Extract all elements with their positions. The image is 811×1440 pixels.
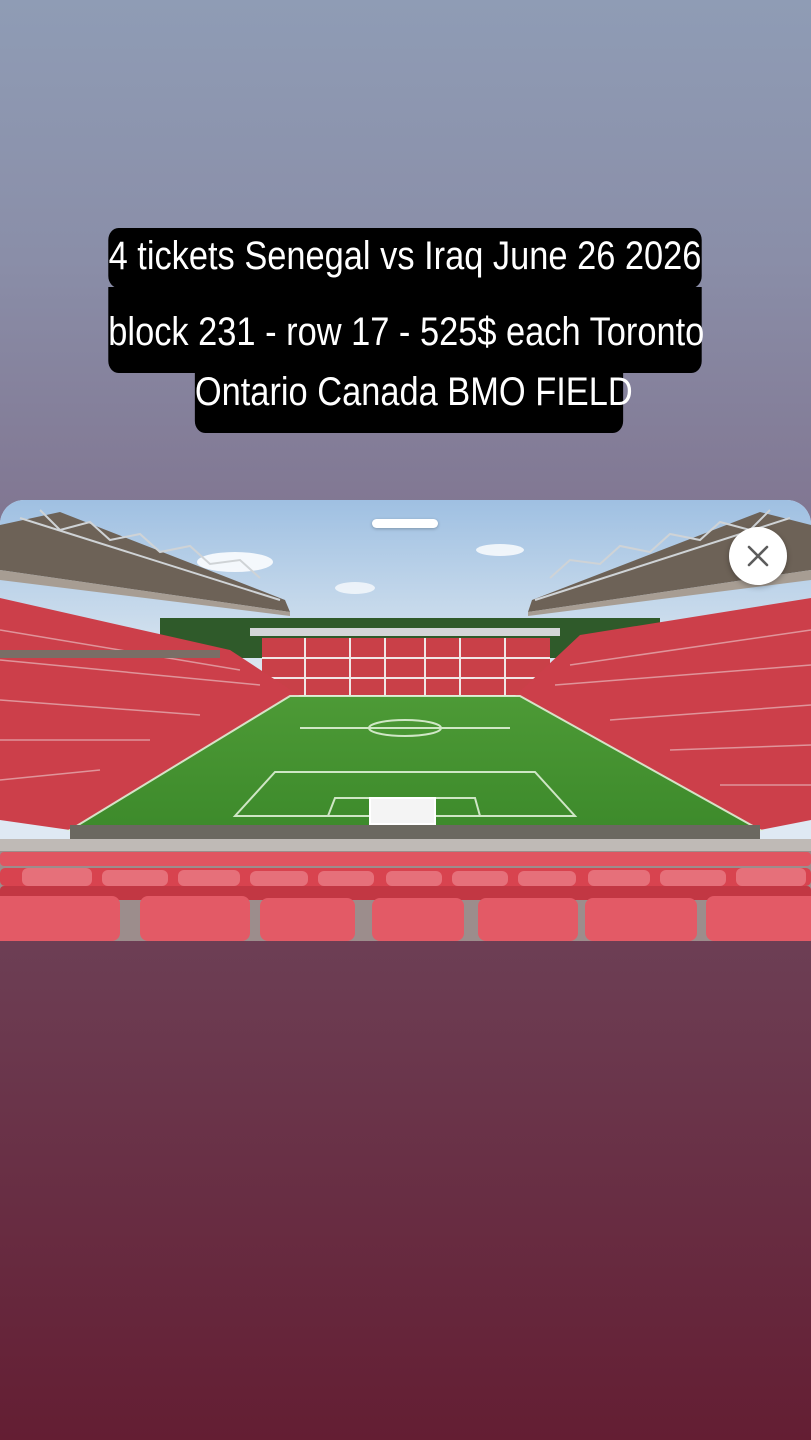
- close-button[interactable]: [729, 527, 787, 585]
- stadium-image: [0, 500, 811, 941]
- caption-line-1: 4 tickets Senegal vs Iraq June 26 2026: [108, 228, 702, 288]
- drag-handle[interactable]: [372, 519, 438, 528]
- stadium-view-photo[interactable]: [0, 500, 811, 941]
- caption-line-3: Ontario Canada BMO FIELD: [194, 362, 633, 433]
- caption-line-2: block 231 - row 17 - 525$ each Toronto: [108, 287, 704, 373]
- close-icon: [747, 545, 769, 567]
